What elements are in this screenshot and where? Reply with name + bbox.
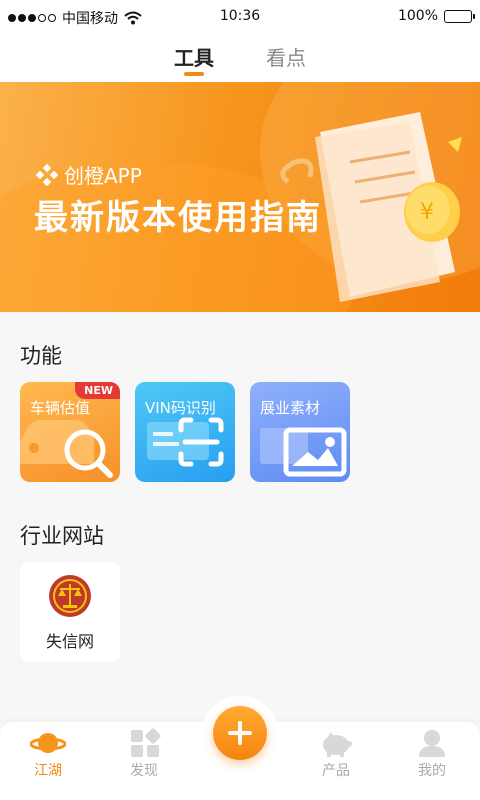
user-icon bbox=[419, 730, 445, 757]
tab-tools-label: 工具 bbox=[174, 46, 214, 70]
nav-label-mine: 我的 bbox=[418, 763, 446, 779]
banner-headline: 最新版本使用指南 bbox=[34, 198, 322, 238]
car-valuation-label: 车辆估值 bbox=[30, 399, 91, 417]
functions-title: 功能 bbox=[20, 344, 62, 368]
car-valuation-tile[interactable]: 车辆估值 NEW bbox=[20, 382, 120, 482]
nav-label-jianghu: 江湖 bbox=[34, 763, 62, 779]
tab-highlights-label: 看点 bbox=[266, 46, 306, 70]
status-bar: 中国移动 10:36 100% bbox=[0, 0, 480, 34]
discover-icon bbox=[131, 728, 161, 757]
planet-icon bbox=[30, 733, 66, 753]
vin-scan-label: VIN码识别 bbox=[145, 399, 216, 417]
site-name: 失信网 bbox=[45, 632, 94, 651]
industry-sites-title: 行业网站 bbox=[20, 524, 104, 548]
tab-tools[interactable]: 工具 bbox=[174, 34, 214, 82]
nav-label-products: 产品 bbox=[322, 763, 350, 779]
site-card-dishonest-list[interactable]: 失信网 bbox=[20, 562, 120, 662]
top-tabs: 工具 看点 bbox=[0, 34, 480, 82]
piggy-bank-icon bbox=[323, 732, 352, 757]
court-emblem-icon bbox=[49, 575, 91, 617]
battery-percent: 100% bbox=[397, 8, 438, 24]
nav-item-products[interactable]: 产品 bbox=[296, 722, 376, 800]
marketing-material-label: 展业素材 bbox=[260, 399, 321, 417]
nav-item-jianghu[interactable]: 江湖 bbox=[8, 722, 88, 800]
add-button[interactable] bbox=[213, 706, 267, 760]
plus-icon bbox=[228, 721, 252, 745]
banner-brand-text: 创橙APP bbox=[64, 164, 142, 188]
nav-item-discover[interactable]: 发现 bbox=[104, 722, 184, 800]
tab-highlights[interactable]: 看点 bbox=[266, 34, 306, 82]
new-badge: NEW bbox=[75, 382, 120, 399]
vin-scan-tile[interactable]: VIN码识别 bbox=[135, 382, 235, 482]
brand-logo-icon bbox=[36, 163, 58, 186]
banner-brand: 创橙APP bbox=[36, 160, 142, 189]
tab-active-indicator bbox=[184, 72, 204, 76]
promo-banner[interactable]: 创橙APP 最新版本使用指南 ¥ bbox=[0, 82, 480, 312]
nav-item-mine[interactable]: 我的 bbox=[392, 722, 472, 800]
nav-label-discover: 发现 bbox=[130, 763, 158, 779]
marketing-material-tile[interactable]: 展业素材 bbox=[250, 382, 350, 482]
svg-text:¥: ¥ bbox=[420, 200, 434, 225]
document-illustration-icon: ¥ bbox=[280, 112, 462, 302]
battery-icon bbox=[444, 9, 475, 23]
